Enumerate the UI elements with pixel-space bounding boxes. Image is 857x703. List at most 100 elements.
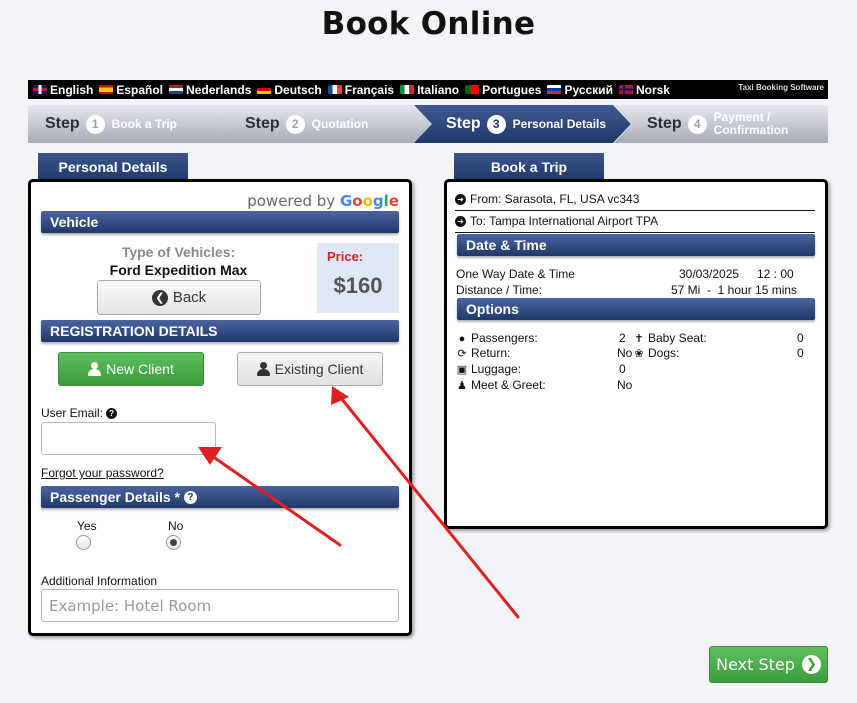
meet-greet-row: ♟ Meet & Greet: (456, 378, 546, 392)
radio-yes[interactable] (76, 535, 91, 550)
step-number: 4 (687, 114, 707, 134)
radio-no-label: No (168, 519, 184, 533)
help-icon[interactable]: ? (183, 490, 197, 504)
radio-no[interactable] (166, 535, 181, 550)
suitcase-icon: ▣ (456, 364, 468, 376)
vehicle-section-header: Vehicle (41, 211, 399, 233)
dogs-label: Dogs: (648, 346, 680, 360)
step-number: 3 (486, 114, 506, 134)
baby-seat-label: Baby Seat: (648, 331, 707, 345)
flag-nl-icon (169, 85, 184, 94)
user-email-label-row: User Email:? (41, 406, 118, 420)
step-label: Book a Trip (111, 116, 178, 131)
lang-label: Italiano (417, 82, 460, 97)
to-text: To: Tampa International Airport TPA (470, 214, 659, 228)
chevron-right-icon: ❯ (801, 655, 821, 674)
meet-greet-value: No (617, 378, 633, 392)
flag-ru-icon (547, 85, 562, 94)
lang-label: Français (344, 82, 395, 97)
one-way-time: 12 : 00 (757, 267, 794, 281)
passenger-details-section-header: Passenger Details *? (41, 486, 399, 508)
passengers-label: Passengers: (471, 331, 538, 345)
language-bar: English Español Nederlands Deutsch Franç… (28, 80, 828, 99)
divider (455, 210, 815, 211)
lang-nederlands[interactable]: Nederlands (169, 83, 251, 97)
step-2[interactable]: Step 2 Quotation (212, 105, 434, 143)
lang-label: Deutsch (274, 82, 322, 97)
lang-russkiy[interactable]: Русский (547, 83, 613, 97)
google-logo: Google (339, 192, 399, 210)
personal-details-panel: powered by Google Vehicle Type of Vehicl… (28, 179, 412, 636)
additional-info-input[interactable] (41, 589, 399, 622)
user-email-label: User Email: (41, 406, 104, 420)
baby-seat-value: 0 (797, 331, 804, 345)
forgot-password-link[interactable]: Forgot your password? (41, 466, 164, 480)
back-label: Back (172, 289, 207, 306)
date-time-section-header: Date & Time (457, 234, 815, 256)
options-section-header: Options (457, 298, 815, 320)
lang-italiano[interactable]: Italiano (400, 83, 459, 97)
flag-de-icon (257, 85, 272, 94)
step-3[interactable]: Step 3 Personal Details (414, 105, 631, 143)
next-step-button[interactable]: Next Step ❯ (709, 646, 828, 683)
one-way-label: One Way Date & Time (456, 267, 575, 281)
lang-label: Norsk (635, 82, 670, 97)
new-client-button[interactable]: New Client (58, 352, 204, 386)
additional-info-label: Additional Information (41, 574, 158, 588)
user-email-input[interactable] (41, 422, 216, 455)
baby-seat-row: ✝ Baby Seat: (633, 331, 707, 345)
return-value: No (617, 346, 633, 360)
distance-value: 57 Mi - 1 hour 15 mins (671, 283, 798, 297)
user-icon: ♟ (457, 380, 467, 392)
lang-deutsch[interactable]: Deutsch (257, 82, 322, 97)
users-icon: ● (458, 333, 466, 345)
flag-fr-icon (327, 85, 342, 94)
flag-no-icon (618, 85, 633, 94)
user-icon (256, 362, 270, 376)
existing-client-button[interactable]: Existing Client (237, 352, 383, 386)
arrow-right-icon: ➜ (455, 193, 466, 205)
meet-greet-label: Meet & Greet: (471, 378, 546, 392)
chevron-left-icon: ❮ (151, 289, 168, 306)
back-button[interactable]: ❮ Back (97, 280, 261, 315)
step-label: Personal Details (512, 116, 607, 131)
paw-icon: ❀ (634, 348, 644, 360)
powered-by-text: powered by (247, 192, 336, 210)
step-1[interactable]: Step 1 Book a Trip (28, 105, 230, 143)
dogs-value: 0 (797, 346, 804, 360)
lang-portugues[interactable]: Portugues (465, 83, 541, 97)
vehicle-type-label: Type of Vehicles: (121, 244, 236, 260)
distance-label: Distance / Time: (456, 283, 543, 297)
user-icon (88, 362, 102, 376)
radio-yes-label: Yes (77, 519, 97, 533)
step-word: Step (446, 115, 481, 132)
step-4[interactable]: Step 4 Payment / Confirmation (614, 105, 828, 143)
step-word: Step (647, 115, 682, 132)
price-value: $160 (333, 273, 383, 298)
luggage-label: Luggage: (471, 362, 522, 376)
passenger-details-title: Passenger Details * (50, 489, 180, 505)
luggage-row: ▣ Luggage: (456, 362, 521, 376)
lang-label: Español (116, 82, 164, 97)
lang-english[interactable]: English (33, 83, 93, 97)
help-icon[interactable]: ? (106, 408, 118, 420)
child-icon: ✝ (634, 333, 644, 345)
lang-label: Portugues (482, 82, 542, 97)
lang-label: English (50, 82, 94, 97)
new-client-label: New Client (106, 361, 174, 377)
lang-francais[interactable]: Français (327, 82, 395, 97)
lang-espanol[interactable]: Español (99, 83, 163, 97)
lang-label: Русский (564, 82, 613, 97)
powered-by-google: powered by Google (247, 192, 399, 210)
from-row: ➜ From: Sarasota, FL, USA vc343 (455, 192, 815, 206)
step-label: Payment / Confirmation (713, 110, 789, 137)
divider (455, 232, 815, 233)
step-word: Step (45, 115, 80, 132)
next-step-label: Next Step (716, 655, 795, 674)
lang-norsk[interactable]: Norsk (618, 82, 670, 97)
return-row: ⟳ Return: (456, 346, 510, 360)
brand-text: Taxi Booking Software (738, 83, 824, 92)
passengers-row: ● Passengers: (456, 331, 538, 345)
refresh-icon: ⟳ (457, 348, 467, 360)
passengers-value: 2 (619, 331, 626, 345)
